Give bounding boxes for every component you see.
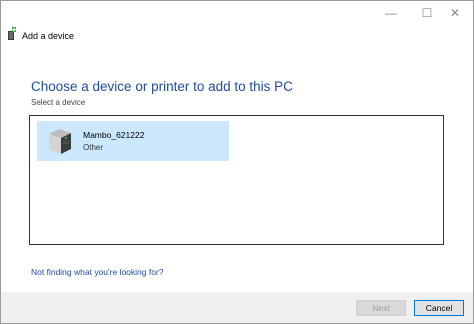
title-bar[interactable]: — ☐ ✕ bbox=[1, 1, 473, 27]
select-device-label: Select a device bbox=[31, 98, 86, 107]
add-device-icon bbox=[7, 26, 17, 46]
device-list[interactable]: Mambo_621222 Other bbox=[29, 115, 444, 245]
device-item-mambo[interactable]: Mambo_621222 Other bbox=[37, 121, 229, 161]
device-type: Other bbox=[83, 143, 104, 152]
device-name: Mambo_621222 bbox=[83, 130, 145, 140]
device-box-icon bbox=[45, 126, 75, 156]
dialog-header: Add a device bbox=[7, 26, 75, 46]
close-icon: ✕ bbox=[449, 6, 461, 20]
maximize-icon: ☐ bbox=[421, 6, 433, 20]
minimize-button[interactable]: — bbox=[373, 1, 409, 25]
page-heading: Choose a device or printer to add to thi… bbox=[31, 79, 293, 94]
add-device-window: — ☐ ✕ Add a device Choose a device or pr… bbox=[0, 0, 474, 324]
dialog-footer: Next Cancel bbox=[1, 292, 473, 323]
dialog-title: Add a device bbox=[22, 31, 75, 41]
next-button[interactable]: Next bbox=[356, 300, 406, 316]
cancel-button[interactable]: Cancel bbox=[414, 300, 464, 316]
minimize-icon: — bbox=[385, 6, 397, 20]
close-button[interactable]: ✕ bbox=[437, 1, 473, 25]
not-finding-link[interactable]: Not finding what you're looking for? bbox=[31, 267, 164, 277]
